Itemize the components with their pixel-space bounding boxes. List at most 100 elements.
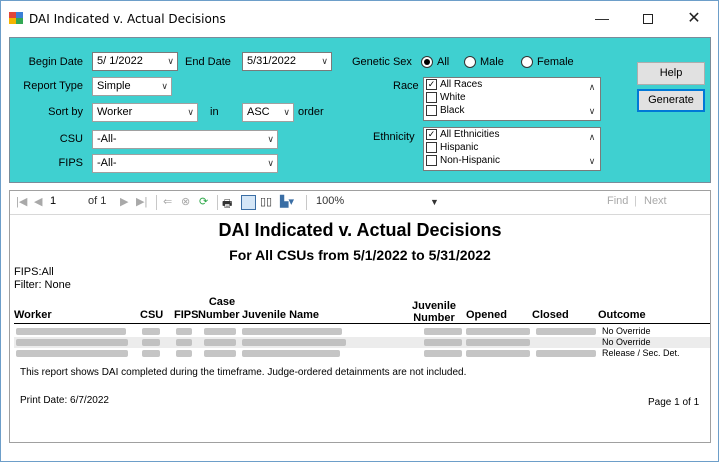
filter-panel: Begin Date 5/ 1/2022 ∨ End Date 5/31/202… [9,37,711,183]
page-setup-icon[interactable]: ▯▯ [260,195,272,208]
app-icon [9,12,23,24]
table-row: Release / Sec. Det. [14,348,710,359]
order-select[interactable]: ASC ∨ [242,103,294,122]
print-layout-icon[interactable] [241,195,256,210]
sex-all-radio[interactable] [421,56,433,68]
maximize-button[interactable] [625,1,671,36]
maximize-icon [643,14,653,25]
sex-female-radio[interactable] [521,56,533,68]
next-link[interactable]: Next [644,195,667,207]
begin-date-label: Begin Date [28,56,83,68]
next-page-icon[interactable]: ▶ [120,195,128,208]
scroll-up-icon[interactable]: ∧ [586,82,598,93]
scroll-up-icon[interactable]: ∧ [586,132,598,143]
chevron-down-icon: ∨ [321,56,328,66]
checkbox-icon[interactable] [426,105,437,116]
page-count-label: of 1 [88,195,107,207]
begin-date-picker[interactable]: 5/ 1/2022 ∨ [92,52,178,71]
outcome-cell: No Override [602,326,651,336]
chevron-down-icon: ∨ [267,134,274,144]
refresh-icon[interactable]: ⟳ [199,195,208,208]
ethnicity-option[interactable]: Non-Hispanic [424,154,600,167]
col-worker: Worker [14,309,52,321]
zoom-select-value[interactable]: 100% [316,195,344,207]
checkbox-icon[interactable] [426,155,437,166]
end-date-value: 5/31/2022 [247,55,296,67]
generate-button[interactable]: Generate [637,89,705,112]
race-option[interactable]: Black [424,104,600,117]
outcome-cell: Release / Sec. Det. [602,348,680,358]
report-type-label: Report Type [23,80,83,92]
chevron-down-icon: ∨ [187,107,194,117]
header-divider [14,323,710,324]
csu-value: -All- [97,133,117,145]
minimize-button[interactable]: — [579,1,625,36]
last-page-icon[interactable]: ▶| [136,195,147,208]
race-option[interactable]: White [424,91,600,104]
sex-male-radio[interactable] [464,56,476,68]
order-label: order [298,106,324,118]
race-option[interactable]: ✓ All Races [424,78,600,91]
sort-by-value: Worker [97,106,133,118]
ethnicity-listbox[interactable]: ✓ All Ethnicities Hispanic Non-Hispanic ∧… [423,127,601,171]
sort-by-select[interactable]: Worker ∨ [92,103,198,122]
in-label: in [210,106,219,118]
find-separator: | [634,195,637,207]
report-type-select[interactable]: Simple ∨ [92,77,172,96]
col-opened: Opened [466,309,507,321]
fips-value: -All- [97,157,117,169]
find-link[interactable]: Find [607,195,628,207]
back-icon[interactable]: ⇐ [163,195,172,208]
sort-by-label: Sort by [48,106,83,118]
print-date: Print Date: 6/7/2022 [20,395,109,406]
window-title: DAI Indicated v. Actual Decisions [29,12,226,26]
filter-text: Filter: None [14,279,71,291]
zoom-dropdown-icon[interactable]: ▼ [430,197,439,207]
table-row: No Override [14,337,710,348]
scroll-down-icon[interactable]: ∨ [586,156,598,167]
ethnicity-option[interactable]: ✓ All Ethnicities [424,128,600,141]
checkbox-checked-icon[interactable]: ✓ [426,129,437,140]
chevron-down-icon: ∨ [267,158,274,168]
help-button[interactable]: Help [637,62,705,85]
genetic-sex-label: Genetic Sex [352,56,412,68]
col-fips: FIPS [174,309,199,321]
report-subtitle: For All CSUs from 5/1/2022 to 5/31/2022 [229,247,491,263]
col-closed: Closed [532,309,569,321]
col-juvenile-number-top: Juvenile [411,300,457,312]
report-type-value: Simple [97,80,131,92]
csu-label: CSU [59,133,83,145]
csu-select[interactable]: -All- ∨ [92,130,278,149]
col-case-number-bottom: Number [198,309,240,321]
fips-filter-text: FIPS:All [14,266,54,278]
scroll-down-icon[interactable]: ∨ [586,106,598,117]
race-listbox[interactable]: ✓ All Races White Black ∧ ∨ [423,77,601,121]
col-case-number-top: Case [208,296,236,308]
fips-label: FIPS [58,157,83,169]
stop-icon[interactable]: ⊗ [181,195,190,208]
col-outcome: Outcome [598,309,646,321]
page-number-input[interactable]: 1 [50,194,82,211]
first-page-icon[interactable]: |◀ [16,195,27,208]
title-bar: DAI Indicated v. Actual Decisions — ✕ [1,1,718,36]
checkbox-checked-icon[interactable]: ✓ [426,79,437,90]
print-icon[interactable]: 🖶 [222,195,232,214]
checkbox-icon[interactable] [426,92,437,103]
close-button[interactable]: ✕ [671,1,717,36]
sex-female-label: Female [537,56,574,68]
previous-page-icon[interactable]: ◀ [34,195,42,208]
checkbox-icon[interactable] [426,142,437,153]
race-label: Race [393,80,419,92]
page-info: Page 1 of 1 [648,397,700,408]
export-icon[interactable]: ▙▾ [280,195,294,208]
ethnicity-option[interactable]: Hispanic [424,141,600,154]
report-page: DAI Indicated v. Actual Decisions For Al… [10,216,710,442]
chevron-down-icon: ∨ [283,107,290,117]
sex-all-label: All [437,56,450,68]
report-title: DAI Indicated v. Actual Decisions [218,220,502,240]
fips-select[interactable]: -All- ∨ [92,154,278,173]
report-viewer: |◀ ◀ 1 of 1 ▶ ▶| ⇐ ⊗ ⟳ 🖶 ▯▯ ▙▾ 100% ▼ Fi… [9,190,711,443]
ethnicity-label: Ethnicity [373,131,415,143]
app-window: DAI Indicated v. Actual Decisions — ✕ Be… [0,0,719,462]
end-date-picker[interactable]: 5/31/2022 ∨ [242,52,332,71]
